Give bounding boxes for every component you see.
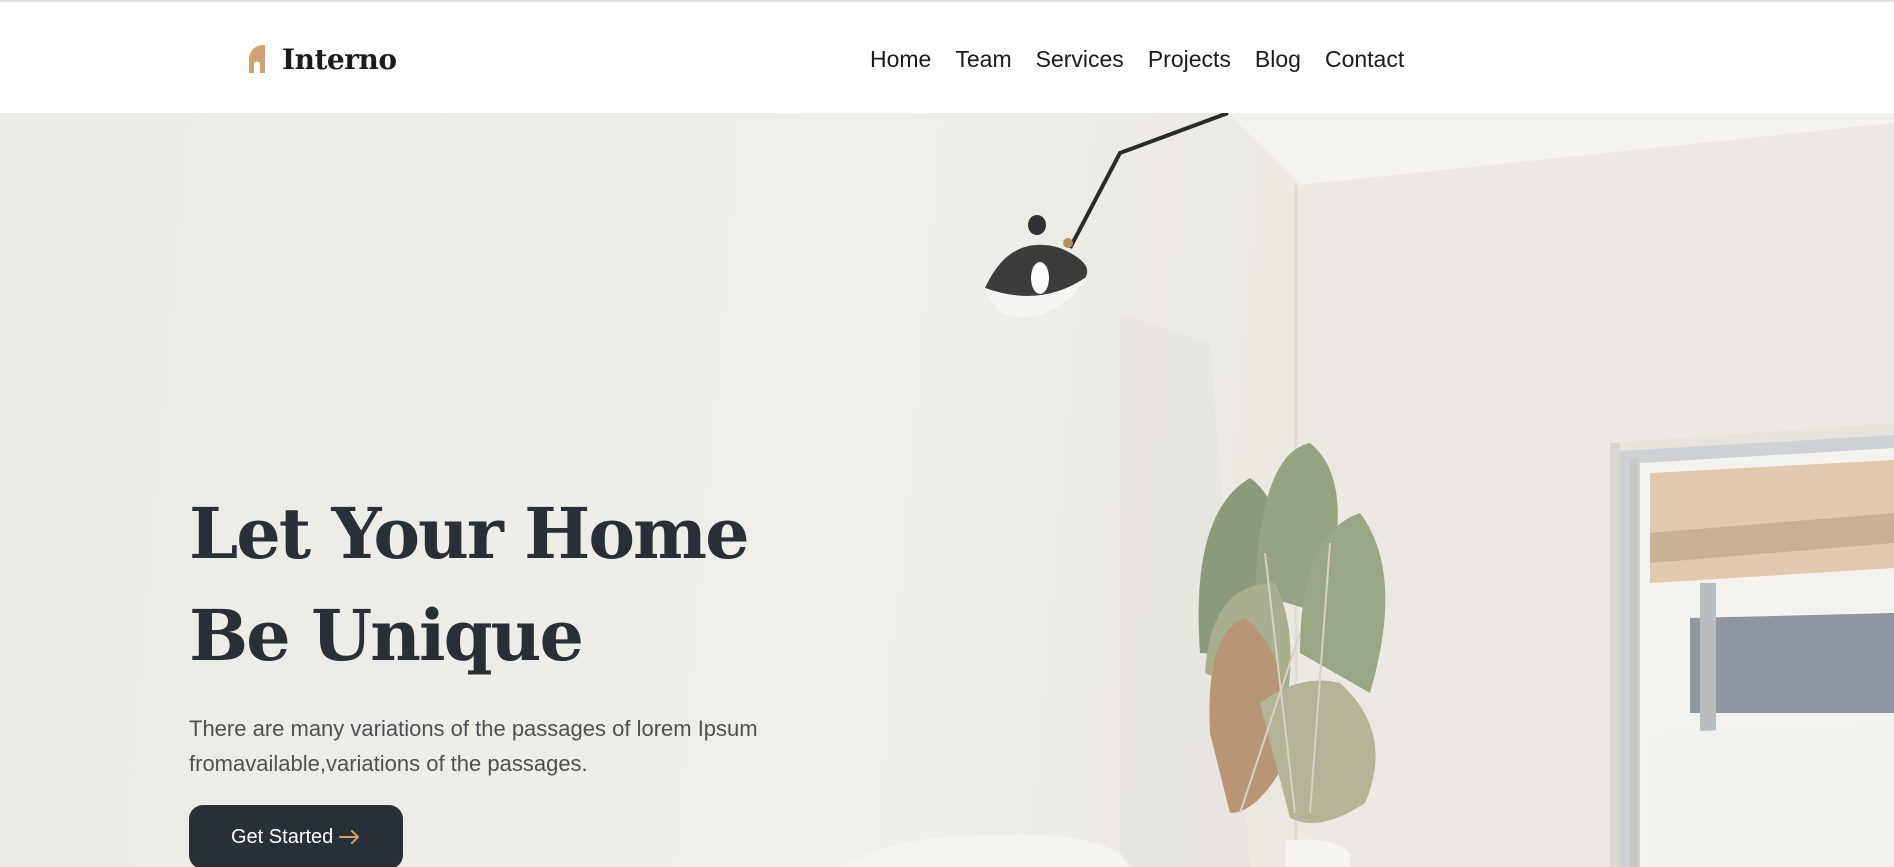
nav-link-projects[interactable]: Projects	[1148, 44, 1231, 74]
window-frame	[1610, 423, 1894, 867]
brand-logo[interactable]: Interno	[248, 42, 397, 76]
wall-lamp	[985, 215, 1088, 318]
main-navigation: Home Team Services Projects Blog Contact	[870, 44, 1404, 74]
get-started-button[interactable]: Get Started	[189, 805, 404, 867]
nav-link-contact[interactable]: Contact	[1325, 44, 1404, 74]
hero-content: Let Your Home Be Unique There are many v…	[189, 483, 889, 867]
arrow-right-icon	[339, 830, 360, 844]
hero-title-line-1: Let Your Home	[189, 492, 750, 575]
site-header: Interno Home Team Services Projects Blog…	[0, 2, 1894, 113]
hero-title-line-2: Be Unique	[189, 594, 584, 677]
hero-title: Let Your Home Be Unique	[189, 483, 889, 687]
hero-section: Let Your Home Be Unique There are many v…	[0, 113, 1894, 867]
nav-link-home[interactable]: Home	[870, 44, 931, 74]
get-started-label: Get Started	[231, 825, 334, 848]
nav-link-team[interactable]: Team	[955, 44, 1011, 74]
nav-link-blog[interactable]: Blog	[1255, 44, 1301, 74]
brand-name: Interno	[282, 42, 397, 76]
nav-link-services[interactable]: Services	[1036, 44, 1124, 74]
hero-description: There are many variations of the passage…	[189, 716, 758, 776]
logo-icon	[249, 45, 265, 73]
